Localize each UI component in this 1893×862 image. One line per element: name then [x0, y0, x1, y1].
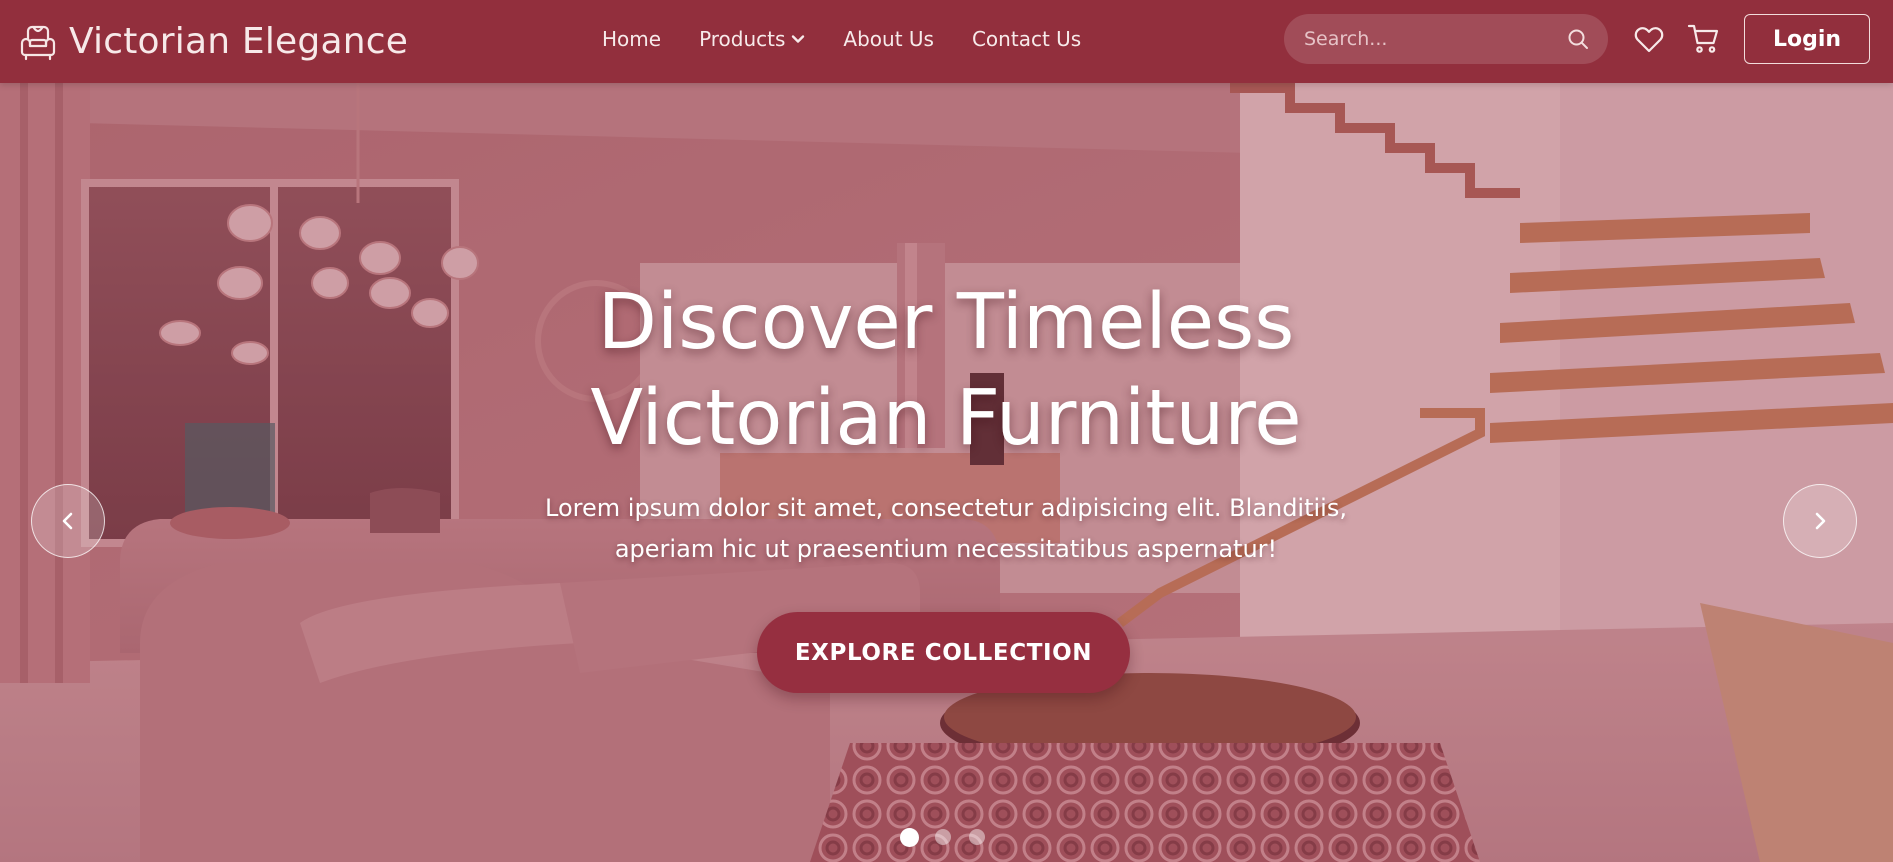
hero-banner: Discover Timeless Victorian Furniture Lo… [0, 83, 1893, 862]
carousel-indicators [0, 828, 1893, 851]
chevron-right-icon [1815, 512, 1826, 530]
nav-item-about-us[interactable]: About Us [843, 27, 934, 51]
hero-title-line-2: Victorian Furniture [590, 374, 1302, 463]
cart-icon[interactable] [1687, 22, 1721, 56]
carousel-prev-button[interactable] [31, 484, 105, 558]
hero-subtitle: Lorem ipsum dolor sit amet, consectetur … [446, 488, 1446, 570]
brand[interactable]: Victorian Elegance [17, 0, 408, 83]
search-icon[interactable] [1566, 27, 1590, 51]
hero-subtitle-line-2: aperiam hic ut praesentium necessitatibu… [614, 535, 1278, 563]
carousel-dot-2[interactable] [935, 829, 951, 845]
hero-overlay [0, 83, 1893, 862]
nav-item-label: Products [699, 27, 786, 51]
site-header: Victorian Elegance Home Products About U… [0, 0, 1893, 83]
nav-item-products[interactable]: Products [699, 27, 805, 51]
nav-item-label: Home [602, 27, 662, 51]
chevron-left-icon [62, 512, 73, 530]
armchair-icon [20, 25, 56, 60]
search-bar [1284, 14, 1608, 64]
main-nav: Home Products About Us Contact Us [602, 0, 1119, 78]
heart-icon[interactable] [1632, 22, 1666, 56]
chevron-down-icon [792, 35, 805, 43]
hero-subtitle-line-1: Lorem ipsum dolor sit amet, consectetur … [545, 494, 1347, 522]
carousel-dot-1[interactable] [900, 828, 919, 847]
explore-collection-button[interactable]: EXPLORE COLLECTION [757, 612, 1130, 693]
nav-item-contact-us[interactable]: Contact Us [972, 27, 1081, 51]
login-button[interactable]: Login [1744, 14, 1870, 64]
search-input[interactable] [1302, 27, 1566, 51]
hero-title-line-1: Discover Timeless [597, 278, 1295, 367]
hero-title: Discover Timeless Victorian Furniture [446, 275, 1446, 467]
nav-item-home[interactable]: Home [602, 27, 661, 51]
nav-item-label: Contact Us [971, 27, 1082, 51]
nav-item-label: About Us [843, 27, 934, 51]
carousel-next-button[interactable] [1783, 484, 1857, 558]
brand-name: Victorian Elegance [69, 21, 409, 62]
carousel-dot-3[interactable] [969, 829, 985, 845]
